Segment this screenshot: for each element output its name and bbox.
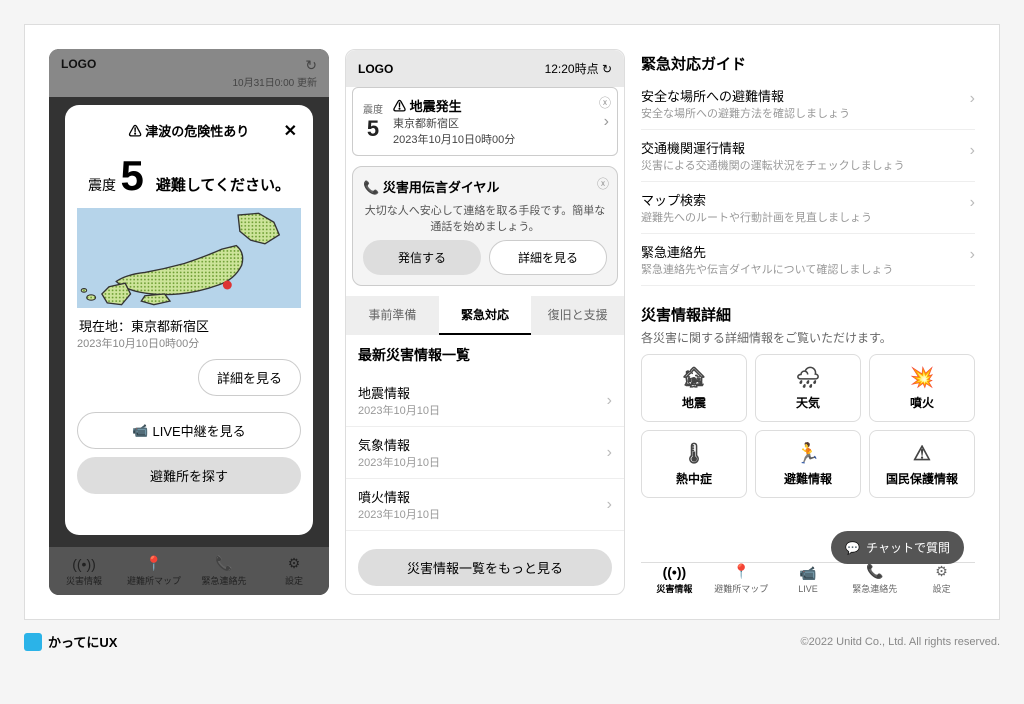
dengon-card: ⓧ 📞 災害用伝言ダイヤル 大切な人へ安心して連絡を取る手段です。簡単な通話を始… bbox=[352, 166, 618, 286]
guide-evacuation[interactable]: 安全な場所への避難情報安全な場所への避難方法を確認しましょう› bbox=[641, 78, 975, 130]
tab-emergency[interactable]: 緊急対応 bbox=[439, 296, 532, 335]
grid-heatstroke[interactable]: 🌡熱中症 bbox=[641, 430, 747, 498]
list-item[interactable]: 気象情報2023年10月10日› bbox=[346, 427, 624, 479]
call-button[interactable]: 発信する bbox=[363, 240, 481, 275]
alert-title: 地震発生 bbox=[393, 96, 515, 115]
japan-map bbox=[77, 208, 301, 308]
earthquake-alert-card[interactable]: 震度5 地震発生 東京都新宿区 2023年10月10日0時00分 ⓧ › bbox=[352, 87, 618, 156]
level-number: 5 bbox=[120, 152, 143, 199]
phone-mockup-1: LOGO ↻10月31日0:00 更新 ((•))災害情報 📍避難所マップ 📞緊… bbox=[49, 49, 329, 595]
live-button[interactable]: 📹 LIVE中継を見る bbox=[77, 412, 301, 449]
thermometer-icon: 🌡 bbox=[681, 441, 706, 466]
more-button[interactable]: 災害情報一覧をもっと見る bbox=[358, 549, 612, 586]
page-footer: かってにUX ©2022 Unitd Co., Ltd. All rights … bbox=[24, 620, 1000, 663]
close-icon[interactable]: ⓧ bbox=[599, 94, 611, 111]
guide-map[interactable]: マップ検索避難先へのルートや行動計画を見直しましょう› bbox=[641, 182, 975, 234]
snapshot-time: 12:20時点 bbox=[545, 62, 599, 76]
phone1-header: LOGO ↻10月31日0:00 更新 bbox=[49, 49, 329, 97]
alert-location: 東京都新宿区 bbox=[393, 115, 515, 131]
grid-eruption[interactable]: 💥噴火 bbox=[869, 354, 975, 422]
shelter-button[interactable]: 避難所を探す bbox=[77, 457, 301, 494]
panel3-tabbar: ((•))災害情報 📍避難所マップ 📹LIVE 📞緊急連絡先 ⚙設定 bbox=[641, 562, 975, 595]
tsunami-modal: 津波の危険性あり ✕ 震度 5 避難してください。 bbox=[65, 105, 313, 535]
warning-icon: ⚠ bbox=[913, 441, 931, 466]
guide-transport[interactable]: 交通機関運行情報災害による交通機関の運転状況をチェックしましょう› bbox=[641, 130, 975, 182]
brand-name: かってにUX bbox=[48, 632, 117, 651]
detail-heading: 災害情報詳細 bbox=[641, 300, 975, 329]
tab-disaster[interactable]: ((•))災害情報 bbox=[49, 547, 119, 595]
detail-sub: 各災害に関する詳細情報をご覧いただけます。 bbox=[641, 329, 975, 346]
chevron-right-icon: › bbox=[970, 90, 975, 108]
eruption-icon: 💥 bbox=[910, 365, 935, 390]
alert-time: 2023年10月10日0時00分 bbox=[393, 131, 515, 147]
guide-contact[interactable]: 緊急連絡先緊急連絡先や伝言ダイヤルについて確認しましょう› bbox=[641, 234, 975, 286]
modal-title: 津波の危険性あり bbox=[129, 121, 250, 140]
tab-settings[interactable]: ⚙設定 bbox=[908, 563, 975, 595]
grid-evac[interactable]: 🏃避難情報 bbox=[755, 430, 861, 498]
level-label: 震度 bbox=[88, 177, 116, 193]
run-icon: 🏃 bbox=[796, 441, 821, 466]
chevron-right-icon: › bbox=[970, 246, 975, 264]
detail-button[interactable]: 詳細を見る bbox=[198, 359, 301, 396]
rain-icon: 🌧 bbox=[795, 365, 820, 390]
grid-earthquake[interactable]: 🏚地震 bbox=[641, 354, 747, 422]
tab-contact[interactable]: 📞緊急連絡先 bbox=[841, 563, 908, 595]
logo: LOGO bbox=[61, 57, 96, 89]
chevron-right-icon: › bbox=[970, 142, 975, 160]
guide-panel: 緊急対応ガイド 安全な場所への避難情報安全な場所への避難方法を確認しましょう› … bbox=[641, 49, 975, 595]
current-location: 現在地：東京都新宿区 bbox=[77, 308, 301, 335]
phone1-tabbar: ((•))災害情報 📍避難所マップ 📞緊急連絡先 ⚙設定 bbox=[49, 547, 329, 595]
list-item[interactable]: 地震情報2023年10月10日› bbox=[346, 375, 624, 427]
logo: LOGO bbox=[358, 62, 393, 76]
phone-mockup-2: LOGO 12:20時点 ↻ 震度5 地震発生 東京都新宿区 2023年10月1… bbox=[345, 49, 625, 595]
level-number: 5 bbox=[363, 116, 383, 142]
timestamp: 2023年10月10日0時00分 bbox=[77, 335, 301, 351]
chat-fab[interactable]: 💬 チャットで質問 bbox=[831, 531, 964, 564]
dengon-title: 災害用伝言ダイヤル bbox=[383, 180, 500, 195]
evacuation-message: 避難してください。 bbox=[156, 174, 290, 195]
guide-heading: 緊急対応ガイド bbox=[641, 49, 975, 78]
chevron-right-icon: › bbox=[604, 113, 609, 131]
tab-contact[interactable]: 📞緊急連絡先 bbox=[189, 547, 259, 595]
tab-map[interactable]: 📍避難所マップ bbox=[119, 547, 189, 595]
list-item[interactable]: 噴火情報2023年10月10日› bbox=[346, 479, 624, 531]
updated-time: 10月31日0:00 更新 bbox=[233, 78, 318, 89]
detail-button[interactable]: 詳細を見る bbox=[489, 240, 607, 275]
tab-settings[interactable]: ⚙設定 bbox=[259, 547, 329, 595]
copyright: ©2022 Unitd Co., Ltd. All rights reserve… bbox=[801, 636, 1000, 648]
chevron-right-icon: › bbox=[607, 496, 612, 514]
close-icon[interactable]: ✕ bbox=[284, 121, 297, 141]
tab-disaster[interactable]: ((•))災害情報 bbox=[641, 563, 708, 595]
chevron-right-icon: › bbox=[607, 392, 612, 410]
tab-prepare[interactable]: 事前準備 bbox=[346, 296, 439, 335]
phase-tabs: 事前準備 緊急対応 復旧と支援 bbox=[346, 296, 624, 335]
earthquake-icon: 🏚 bbox=[681, 365, 706, 390]
grid-civil[interactable]: ⚠国民保護情報 bbox=[869, 430, 975, 498]
list-heading: 最新災害情報一覧 bbox=[346, 335, 624, 375]
tab-map[interactable]: 📍避難所マップ bbox=[708, 563, 775, 595]
chevron-right-icon: › bbox=[607, 444, 612, 462]
level-label: 震度 bbox=[363, 101, 383, 116]
grid-weather[interactable]: 🌧天気 bbox=[755, 354, 861, 422]
chevron-right-icon: › bbox=[970, 194, 975, 212]
tab-live[interactable]: 📹LIVE bbox=[775, 563, 842, 595]
tab-recovery[interactable]: 復旧と支援 bbox=[531, 296, 624, 335]
dengon-desc: 大切な人へ安心して連絡を取る手段です。簡単な通話を始めましょう。 bbox=[363, 202, 607, 234]
close-icon[interactable]: ⓧ bbox=[597, 175, 609, 192]
brand-icon bbox=[24, 633, 42, 651]
